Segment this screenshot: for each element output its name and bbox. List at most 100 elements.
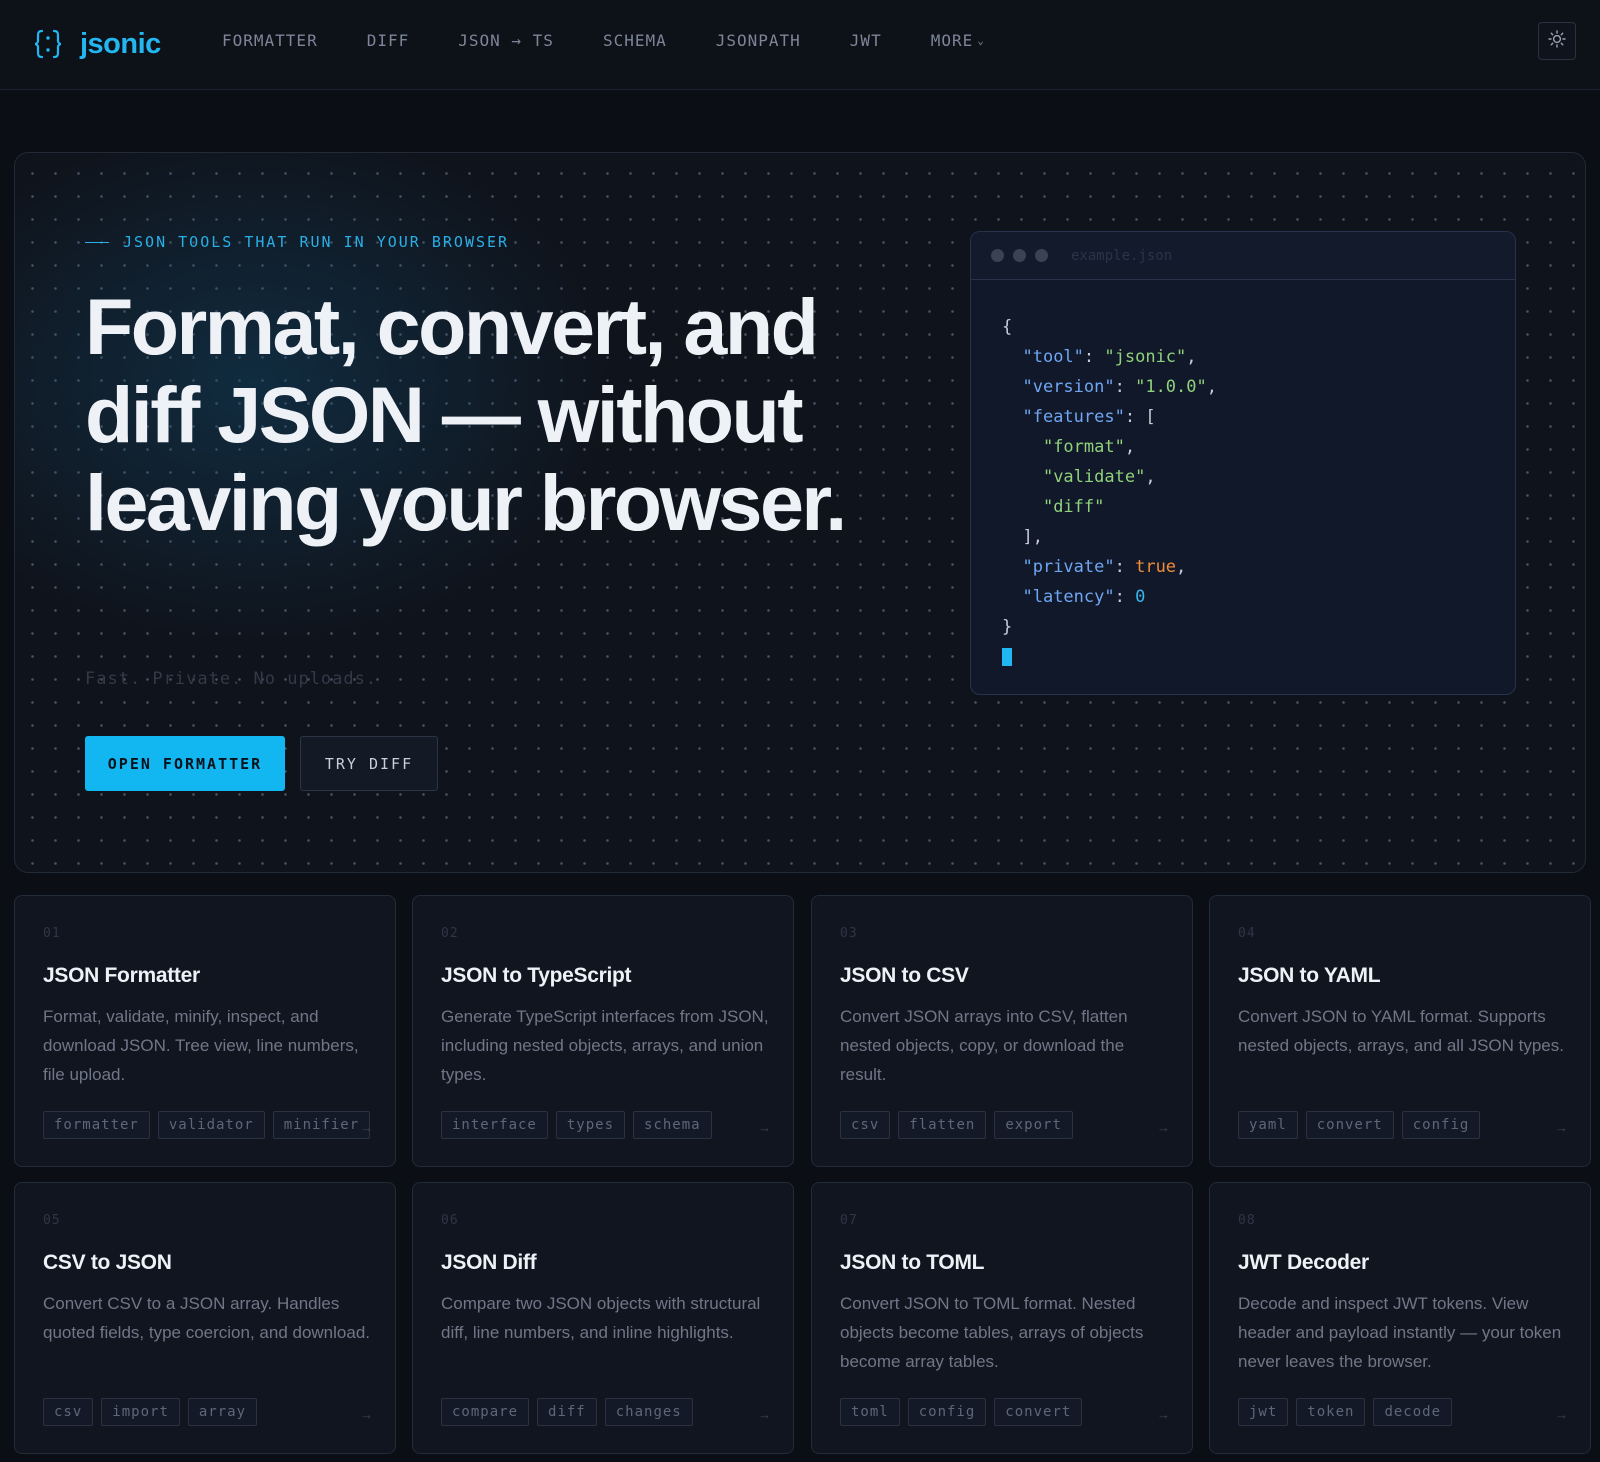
hero-headline: Format, convert, and diff JSON — without…: [85, 282, 847, 547]
tag-badge: token: [1296, 1398, 1366, 1426]
json-key: "tool": [1022, 347, 1084, 367]
json-string: "format": [1042, 437, 1125, 457]
tool-card[interactable]: 04 JSON to YAML Convert JSON to YAML forma…: [1209, 895, 1591, 1167]
nav-schema[interactable]: SCHEMA: [603, 28, 667, 54]
card-tags: compare diff changes: [441, 1398, 701, 1426]
nav-more[interactable]: MORE ⌄: [931, 28, 985, 54]
code-line: "private": true,: [1002, 552, 1515, 582]
braces-logo-icon: [34, 26, 62, 62]
code-line: "format",: [1002, 432, 1515, 462]
tool-card[interactable]: 05 CSV to JSON Convert CSV to a JSON array…: [14, 1182, 396, 1454]
json-punctuation: ,: [1186, 347, 1197, 367]
arrow-right-icon: →: [758, 1407, 771, 1422]
text-cursor: [1002, 648, 1012, 666]
json-key: "version": [1022, 377, 1115, 397]
window-dot: [991, 249, 1004, 262]
card-description: Convert JSON to TOML format. Nested obje…: [840, 1294, 1144, 1371]
tag-badge: diff: [537, 1398, 597, 1426]
json-punctuation: [1002, 437, 1043, 457]
code-line: "version": "1.0.0",: [1002, 372, 1515, 402]
card-description: Convert JSON to YAML format. Supports ne…: [1238, 1007, 1564, 1055]
tag-badge: csv: [43, 1398, 94, 1426]
card-number: 07: [840, 1213, 858, 1228]
json-punctuation: ,: [1176, 557, 1187, 577]
tag-badge: jwt: [1238, 1398, 1289, 1426]
tag-badge: yaml: [1238, 1111, 1298, 1139]
sun-icon: [1548, 29, 1566, 53]
card-title: JSON to YAML: [1238, 964, 1381, 987]
json-punctuation: :: [1114, 587, 1136, 607]
json-key: "features": [1022, 407, 1125, 427]
tool-card[interactable]: 07 JSON to TOML Convert JSON to TOML forma…: [811, 1182, 1193, 1454]
hero-eyebrow: JSON TOOLS THAT RUN IN YOUR BROWSER: [85, 233, 509, 251]
json-punctuation: {: [1002, 317, 1013, 337]
arrow-right-icon: →: [1555, 1120, 1568, 1135]
arrow-right-icon: →: [360, 1407, 373, 1422]
card-title: CSV to JSON: [43, 1251, 172, 1274]
card-tags: formatter validator minifier: [43, 1111, 378, 1139]
theme-toggle-button[interactable]: [1538, 22, 1576, 60]
card-title: JSON to TOML: [840, 1251, 985, 1274]
tool-card[interactable]: 03 JSON to CSV Convert JSON arrays into CS…: [811, 895, 1193, 1167]
nav-json-to-ts[interactable]: JSON → TS: [458, 28, 554, 54]
json-punctuation: }: [1002, 617, 1013, 637]
json-key: "private": [1022, 557, 1115, 577]
nav-jwt[interactable]: JWT: [850, 28, 882, 54]
json-punctuation: ,: [1206, 377, 1217, 397]
logo[interactable]: jsonic: [34, 24, 161, 64]
json-punctuation: [1002, 587, 1022, 607]
code-line: "latency": 0: [1002, 582, 1515, 612]
card-number: 02: [441, 926, 459, 941]
arrow-right-icon: →: [758, 1120, 771, 1135]
open-formatter-button[interactable]: OPEN FORMATTER: [85, 736, 285, 791]
code-line: "features": [: [1002, 402, 1515, 432]
card-title: JWT Decoder: [1238, 1251, 1369, 1274]
hero-subline: Fast. Private. No uploads.: [85, 669, 378, 689]
code-line: ],: [1002, 522, 1515, 552]
card-tags: jwt token decode: [1238, 1398, 1460, 1426]
eyebrow-divider: [85, 241, 109, 243]
tool-card[interactable]: 02 JSON to TypeScript Generate TypeScript …: [412, 895, 794, 1167]
card-tags: yaml convert config: [1238, 1111, 1488, 1139]
arrow-right-icon: →: [1555, 1407, 1568, 1422]
try-diff-button[interactable]: TRY DIFF: [300, 736, 438, 791]
json-string: "diff": [1042, 497, 1105, 517]
window-dot: [1013, 249, 1026, 262]
json-boolean: true: [1135, 557, 1177, 577]
json-number: 0: [1135, 587, 1146, 607]
nav-formatter[interactable]: FORMATTER: [222, 28, 318, 54]
tag-badge: types: [555, 1111, 626, 1139]
card-tags: interface types schema: [441, 1111, 720, 1139]
nav-jsonpath[interactable]: JSONPATH: [716, 28, 801, 54]
nav-diff[interactable]: DIFF: [367, 28, 410, 54]
card-description: Convert JSON arrays into CSV, flatten ne…: [840, 1007, 1128, 1084]
json-punctuation: [1002, 557, 1022, 577]
json-punctuation: :: [1083, 347, 1105, 367]
tag-badge: decode: [1373, 1398, 1453, 1426]
tool-card[interactable]: 08 JWT Decoder Decode and inspect JWT toke…: [1209, 1182, 1591, 1454]
chevron-down-icon: ⌄: [977, 34, 985, 47]
code-line: {: [1002, 312, 1515, 342]
tag-badge: config: [1401, 1111, 1481, 1139]
card-tags: csv import array: [43, 1398, 265, 1426]
card-number: 08: [1238, 1213, 1256, 1228]
tag-badge: convert: [994, 1398, 1083, 1426]
code-window-filename: example.json: [1071, 247, 1173, 264]
json-punctuation: [1002, 377, 1022, 397]
json-string: "jsonic": [1104, 347, 1187, 367]
json-string: "1.0.0": [1135, 377, 1207, 397]
arrow-right-icon: →: [1157, 1120, 1170, 1135]
nav-more-label: MORE: [930, 31, 974, 50]
tag-badge: flatten: [898, 1111, 987, 1139]
tag-badge: changes: [604, 1398, 693, 1426]
code-preview-window: example.json { "tool": "jsonic", "versio…: [970, 231, 1516, 695]
json-punctuation: ],: [1002, 527, 1043, 547]
top-navigation-bar: jsonic FORMATTER DIFF JSON → TS SCHEMA J…: [0, 0, 1600, 90]
card-number: 05: [43, 1213, 61, 1228]
card-title: JSON to TypeScript: [441, 964, 632, 987]
card-description: Compare two JSON objects with structural…: [441, 1294, 761, 1342]
tool-card[interactable]: 06 JSON Diff Compare two JSON objects with…: [412, 1182, 794, 1454]
tool-card[interactable]: 01 JSON Formatter Format, validate, minify…: [14, 895, 396, 1167]
card-description: Decode and inspect JWT tokens. View head…: [1238, 1294, 1562, 1371]
arrow-right-icon: →: [360, 1120, 373, 1135]
